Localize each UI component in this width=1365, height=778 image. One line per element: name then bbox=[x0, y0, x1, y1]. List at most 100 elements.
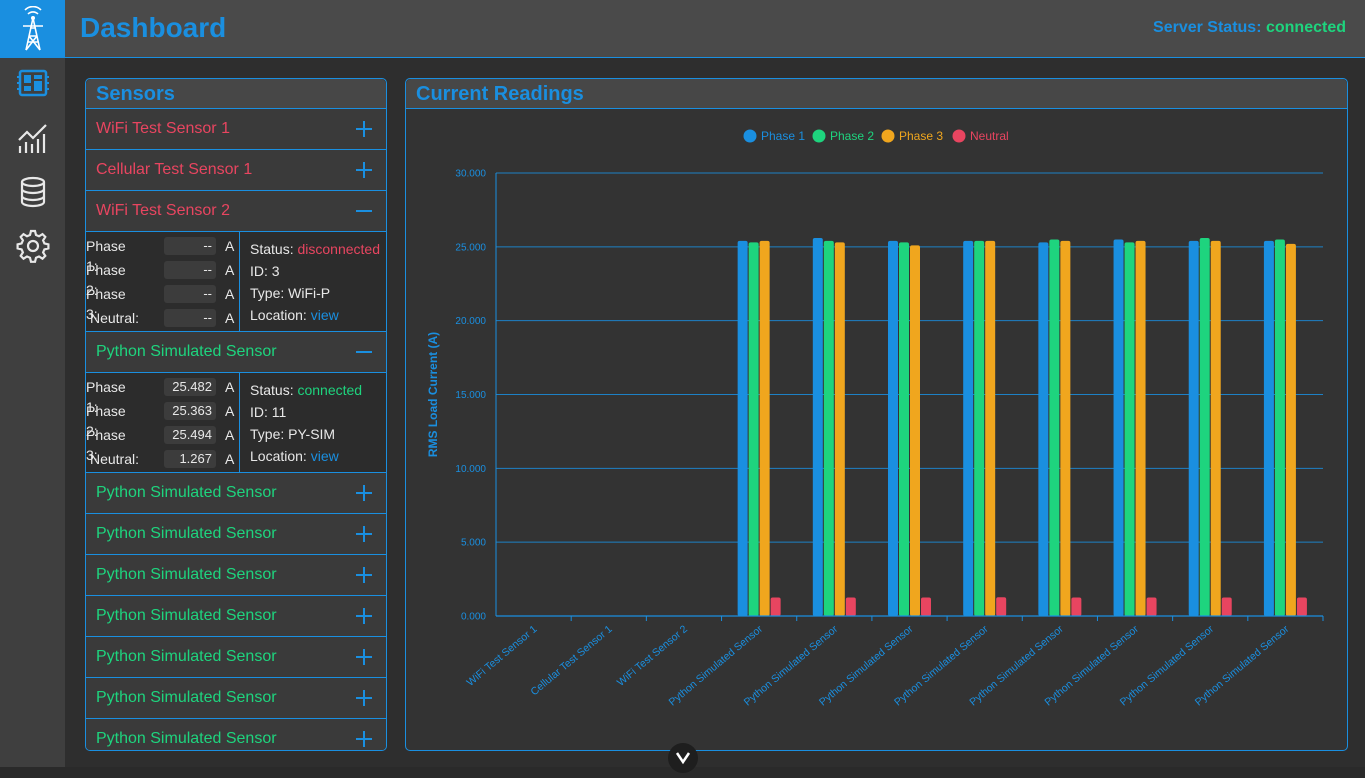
location-link[interactable]: view bbox=[311, 307, 339, 323]
sensor-item[interactable]: Python Simulated Sensor bbox=[86, 719, 386, 750]
bar bbox=[1049, 239, 1060, 616]
collapse-icon[interactable] bbox=[356, 332, 374, 372]
sensor-name: Python Simulated Sensor bbox=[96, 607, 277, 624]
bar bbox=[770, 597, 781, 616]
server-status-value: connected bbox=[1265, 19, 1346, 36]
id-row: ID: 11 bbox=[250, 402, 286, 422]
expand-icon[interactable] bbox=[356, 596, 374, 636]
bar bbox=[845, 597, 856, 616]
id-label: ID: bbox=[250, 404, 268, 420]
phase-readings: Phase 1: 25.482 A Phase 2: 25.363 A Phase 3: 25… bbox=[86, 373, 240, 472]
chart-icon[interactable] bbox=[15, 120, 51, 156]
unit-label: A bbox=[225, 286, 235, 302]
bar bbox=[899, 242, 909, 617]
phase-row: Neutral: -- A bbox=[86, 308, 239, 328]
expand-icon[interactable] bbox=[356, 109, 374, 149]
phase-row: Phase 2: 25.363 A bbox=[86, 401, 239, 439]
y-tick-label: 30.000 bbox=[455, 169, 486, 180]
location-label: Location: bbox=[250, 448, 307, 464]
location-label: Location: bbox=[250, 307, 307, 323]
bar bbox=[1210, 240, 1221, 616]
expand-icon[interactable] bbox=[356, 150, 374, 190]
expand-icon[interactable] bbox=[356, 473, 374, 513]
y-tick-label: 10.000 bbox=[455, 464, 486, 475]
unit-label: A bbox=[225, 451, 235, 467]
status-value: connected bbox=[297, 382, 363, 398]
sensor-item[interactable]: Python Simulated Sensor bbox=[86, 555, 386, 596]
sensor-detail: Phase 1: 25.482 A Phase 2: 25.363 A Phase 3: 25… bbox=[86, 373, 386, 473]
bar bbox=[1263, 240, 1274, 616]
x-tick-label: WiFi Test Sensor 2 bbox=[615, 623, 690, 689]
server-status: Server Status: connected bbox=[1153, 19, 1346, 37]
transmission-tower-icon bbox=[23, 6, 43, 51]
bar bbox=[737, 240, 748, 616]
y-tick-label: 20.000 bbox=[455, 316, 486, 327]
phase-row: Phase 1: 25.482 A bbox=[86, 377, 239, 415]
bar bbox=[759, 240, 770, 616]
expand-icon[interactable] bbox=[356, 555, 374, 595]
unit-label: A bbox=[225, 262, 235, 278]
gear-icon[interactable] bbox=[15, 228, 51, 264]
status-value: disconnected bbox=[297, 241, 380, 257]
sidebar bbox=[0, 0, 65, 767]
sensor-item[interactable]: Python Simulated Sensor bbox=[86, 332, 386, 373]
unit-label: A bbox=[225, 427, 235, 443]
status-row: Status: disconnected bbox=[250, 239, 380, 259]
type-label: Type: bbox=[250, 285, 285, 301]
phase-value: -- bbox=[164, 309, 216, 327]
bar bbox=[812, 237, 823, 616]
sensor-item[interactable]: Python Simulated Sensor bbox=[86, 514, 386, 555]
bar bbox=[910, 245, 920, 616]
chevron-down-icon bbox=[675, 752, 691, 765]
legend-label: Phase 1 bbox=[761, 129, 805, 143]
location-row: Location: view bbox=[250, 305, 339, 325]
type-row: Type: PY-SIM bbox=[250, 424, 335, 444]
sensor-item[interactable]: WiFi Test Sensor 2 bbox=[86, 191, 386, 232]
phase-value: 25.494 bbox=[164, 426, 216, 444]
bar bbox=[1124, 242, 1135, 617]
bar bbox=[834, 242, 845, 617]
expand-icon[interactable] bbox=[356, 678, 374, 718]
y-tick-label: 5.000 bbox=[461, 538, 486, 549]
unit-label: A bbox=[225, 238, 235, 254]
id-value: 3 bbox=[271, 263, 280, 279]
bar bbox=[1274, 239, 1285, 616]
location-link[interactable]: view bbox=[311, 448, 339, 464]
sensor-item[interactable]: Python Simulated Sensor bbox=[86, 637, 386, 678]
status-row: Status: connected bbox=[250, 380, 362, 400]
expand-icon[interactable] bbox=[356, 514, 374, 554]
collapse-icon[interactable] bbox=[356, 191, 374, 231]
scroll-down-button[interactable] bbox=[668, 743, 698, 773]
expand-icon[interactable] bbox=[356, 637, 374, 677]
expand-icon[interactable] bbox=[356, 719, 374, 750]
sensor-item[interactable]: Python Simulated Sensor bbox=[86, 596, 386, 637]
y-tick-label: 15.000 bbox=[455, 390, 486, 401]
y-tick-label: 25.000 bbox=[455, 242, 486, 253]
location-row: Location: view bbox=[250, 446, 339, 466]
bar bbox=[1221, 597, 1232, 616]
sensor-name: Python Simulated Sensor bbox=[96, 689, 277, 706]
current-readings-title: Current Readings bbox=[406, 79, 1347, 109]
sensors-title: Sensors bbox=[86, 79, 386, 109]
sensor-item[interactable]: Python Simulated Sensor bbox=[86, 473, 386, 514]
sensor-name: WiFi Test Sensor 1 bbox=[96, 120, 230, 137]
unit-label: A bbox=[225, 379, 235, 395]
type-label: Type: bbox=[250, 426, 285, 442]
phase-row: Phase 1: -- A bbox=[86, 236, 239, 274]
sensor-name: Python Simulated Sensor bbox=[96, 525, 277, 542]
bar bbox=[1188, 240, 1199, 616]
sensor-list: WiFi Test Sensor 1 Cellular Test Sensor 1… bbox=[86, 109, 386, 750]
bar bbox=[823, 240, 834, 616]
sensor-name: WiFi Test Sensor 2 bbox=[96, 202, 230, 219]
sensor-item[interactable]: WiFi Test Sensor 1 bbox=[86, 109, 386, 150]
bar bbox=[1296, 597, 1307, 616]
phase-value: 1.267 bbox=[164, 450, 216, 468]
sensor-item[interactable]: Python Simulated Sensor bbox=[86, 678, 386, 719]
sensor-item[interactable]: Cellular Test Sensor 1 bbox=[86, 150, 386, 191]
legend-label: Phase 2 bbox=[830, 129, 874, 143]
database-icon[interactable] bbox=[15, 174, 51, 210]
bar bbox=[963, 240, 974, 616]
bar bbox=[1135, 240, 1146, 616]
dashboard-icon[interactable] bbox=[15, 66, 51, 102]
sensor-detail: Phase 1: -- A Phase 2: -- A Phase 3: -- A Neutral… bbox=[86, 232, 386, 332]
